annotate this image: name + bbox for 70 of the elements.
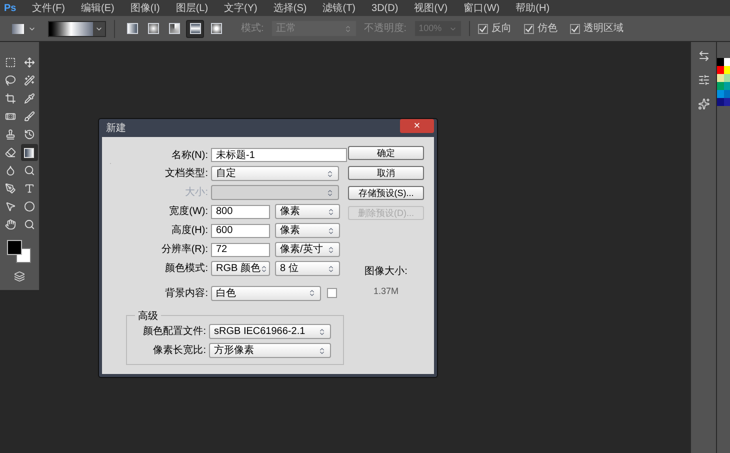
value-field[interactable]: 800	[211, 204, 270, 218]
background-dropdown[interactable]: 白色	[211, 286, 321, 300]
color-swatch[interactable]	[717, 66, 724, 74]
menu-item[interactable]: 编辑(E)	[81, 0, 114, 16]
value-field[interactable]: 72	[211, 242, 270, 256]
menu-item[interactable]: 帮助(H)	[516, 0, 550, 16]
gradient-picker[interactable]	[48, 20, 106, 36]
dialog-button[interactable]: 存储预设(S)...	[348, 186, 424, 200]
background-color-swatch[interactable]	[327, 288, 337, 298]
image-size-value: 1.37M	[372, 285, 400, 298]
preset-dropdown[interactable]: 自定	[211, 166, 339, 181]
updown-icon	[326, 170, 334, 178]
option-checkbox[interactable]: 仿色	[524, 21, 558, 36]
menu-item[interactable]: 选择(S)	[273, 0, 307, 16]
option-checkbox[interactable]: 透明区域	[570, 21, 624, 36]
updown-icon	[318, 346, 326, 354]
image-size-label: 图像大小:	[364, 264, 408, 279]
close-button[interactable]: ×	[400, 119, 434, 133]
unit-dropdown[interactable]: 像素	[275, 223, 340, 238]
app-logo: Ps	[4, 2, 16, 16]
color-swatch[interactable]	[717, 98, 724, 106]
color-mode-dropdown[interactable]: RGB 颜色	[211, 261, 270, 276]
name-field[interactable]: 未标题-1	[211, 148, 347, 162]
updown-icon	[326, 188, 334, 196]
profile-dropdown[interactable]: 方形像素	[209, 343, 331, 358]
option-checkbox[interactable]: 反向	[478, 21, 512, 36]
field-label: 大小:	[184, 186, 208, 200]
checkmark-icon	[570, 24, 579, 32]
checkmark-icon	[524, 24, 533, 32]
field-label: 背景内容:	[164, 286, 208, 300]
color-swatch[interactable]	[717, 74, 724, 82]
field-label: 高度(H):	[170, 224, 208, 238]
updown-icon	[327, 246, 335, 254]
updown-icon	[327, 264, 335, 272]
menu-item[interactable]: 文字(Y)	[224, 0, 258, 16]
value-field[interactable]: 600	[211, 224, 270, 238]
field-label: 分辨率(R):	[160, 242, 208, 257]
updown-icon	[260, 264, 268, 272]
bit-depth-dropdown[interactable]: 8 位	[275, 261, 340, 276]
menu-item[interactable]: 3D(D)	[372, 0, 398, 16]
color-swatch[interactable]	[717, 58, 724, 66]
gradient-type-button[interactable]	[186, 20, 204, 38]
menu-item[interactable]: 图层(L)	[176, 0, 208, 16]
field-label: 文档类型:	[164, 166, 208, 181]
color-swatch[interactable]	[717, 90, 724, 98]
menu-item[interactable]: 文件(F)	[32, 0, 66, 16]
menu-item[interactable]: 视图(V)	[414, 0, 448, 16]
updown-icon	[327, 226, 335, 234]
menu-item[interactable]: 图像(I)	[130, 0, 160, 16]
field-label: 颜色模式:	[164, 262, 208, 276]
unit-dropdown[interactable]: 像素/英寸	[275, 242, 340, 257]
gradient-icon[interactable]	[20, 144, 38, 161]
updown-icon	[327, 208, 335, 216]
field-label: 颜色配置文件:	[142, 324, 206, 339]
field-label: 宽度(W):	[168, 204, 208, 219]
menu-item[interactable]: 滤镜(T)	[322, 0, 356, 16]
updown-icon	[308, 289, 316, 297]
properties-panel-icon[interactable]	[698, 74, 710, 86]
menu-item[interactable]: 窗口(W)	[464, 0, 500, 16]
dialog-title: 新建	[105, 122, 126, 136]
dialog-button[interactable]: 确定	[348, 146, 424, 160]
field-label: 名称(N):	[170, 148, 208, 162]
updown-icon	[318, 328, 326, 336]
checkmark-icon	[478, 24, 487, 32]
profile-dropdown[interactable]: sRGB IEC61966-2.1	[209, 324, 331, 339]
unit-dropdown[interactable]: 像素	[275, 204, 340, 219]
dialog-button[interactable]: 取消	[348, 166, 424, 180]
updown-icon	[344, 24, 352, 32]
color-swatch[interactable]	[717, 82, 724, 90]
field-label: 像素长宽比:	[152, 344, 206, 358]
